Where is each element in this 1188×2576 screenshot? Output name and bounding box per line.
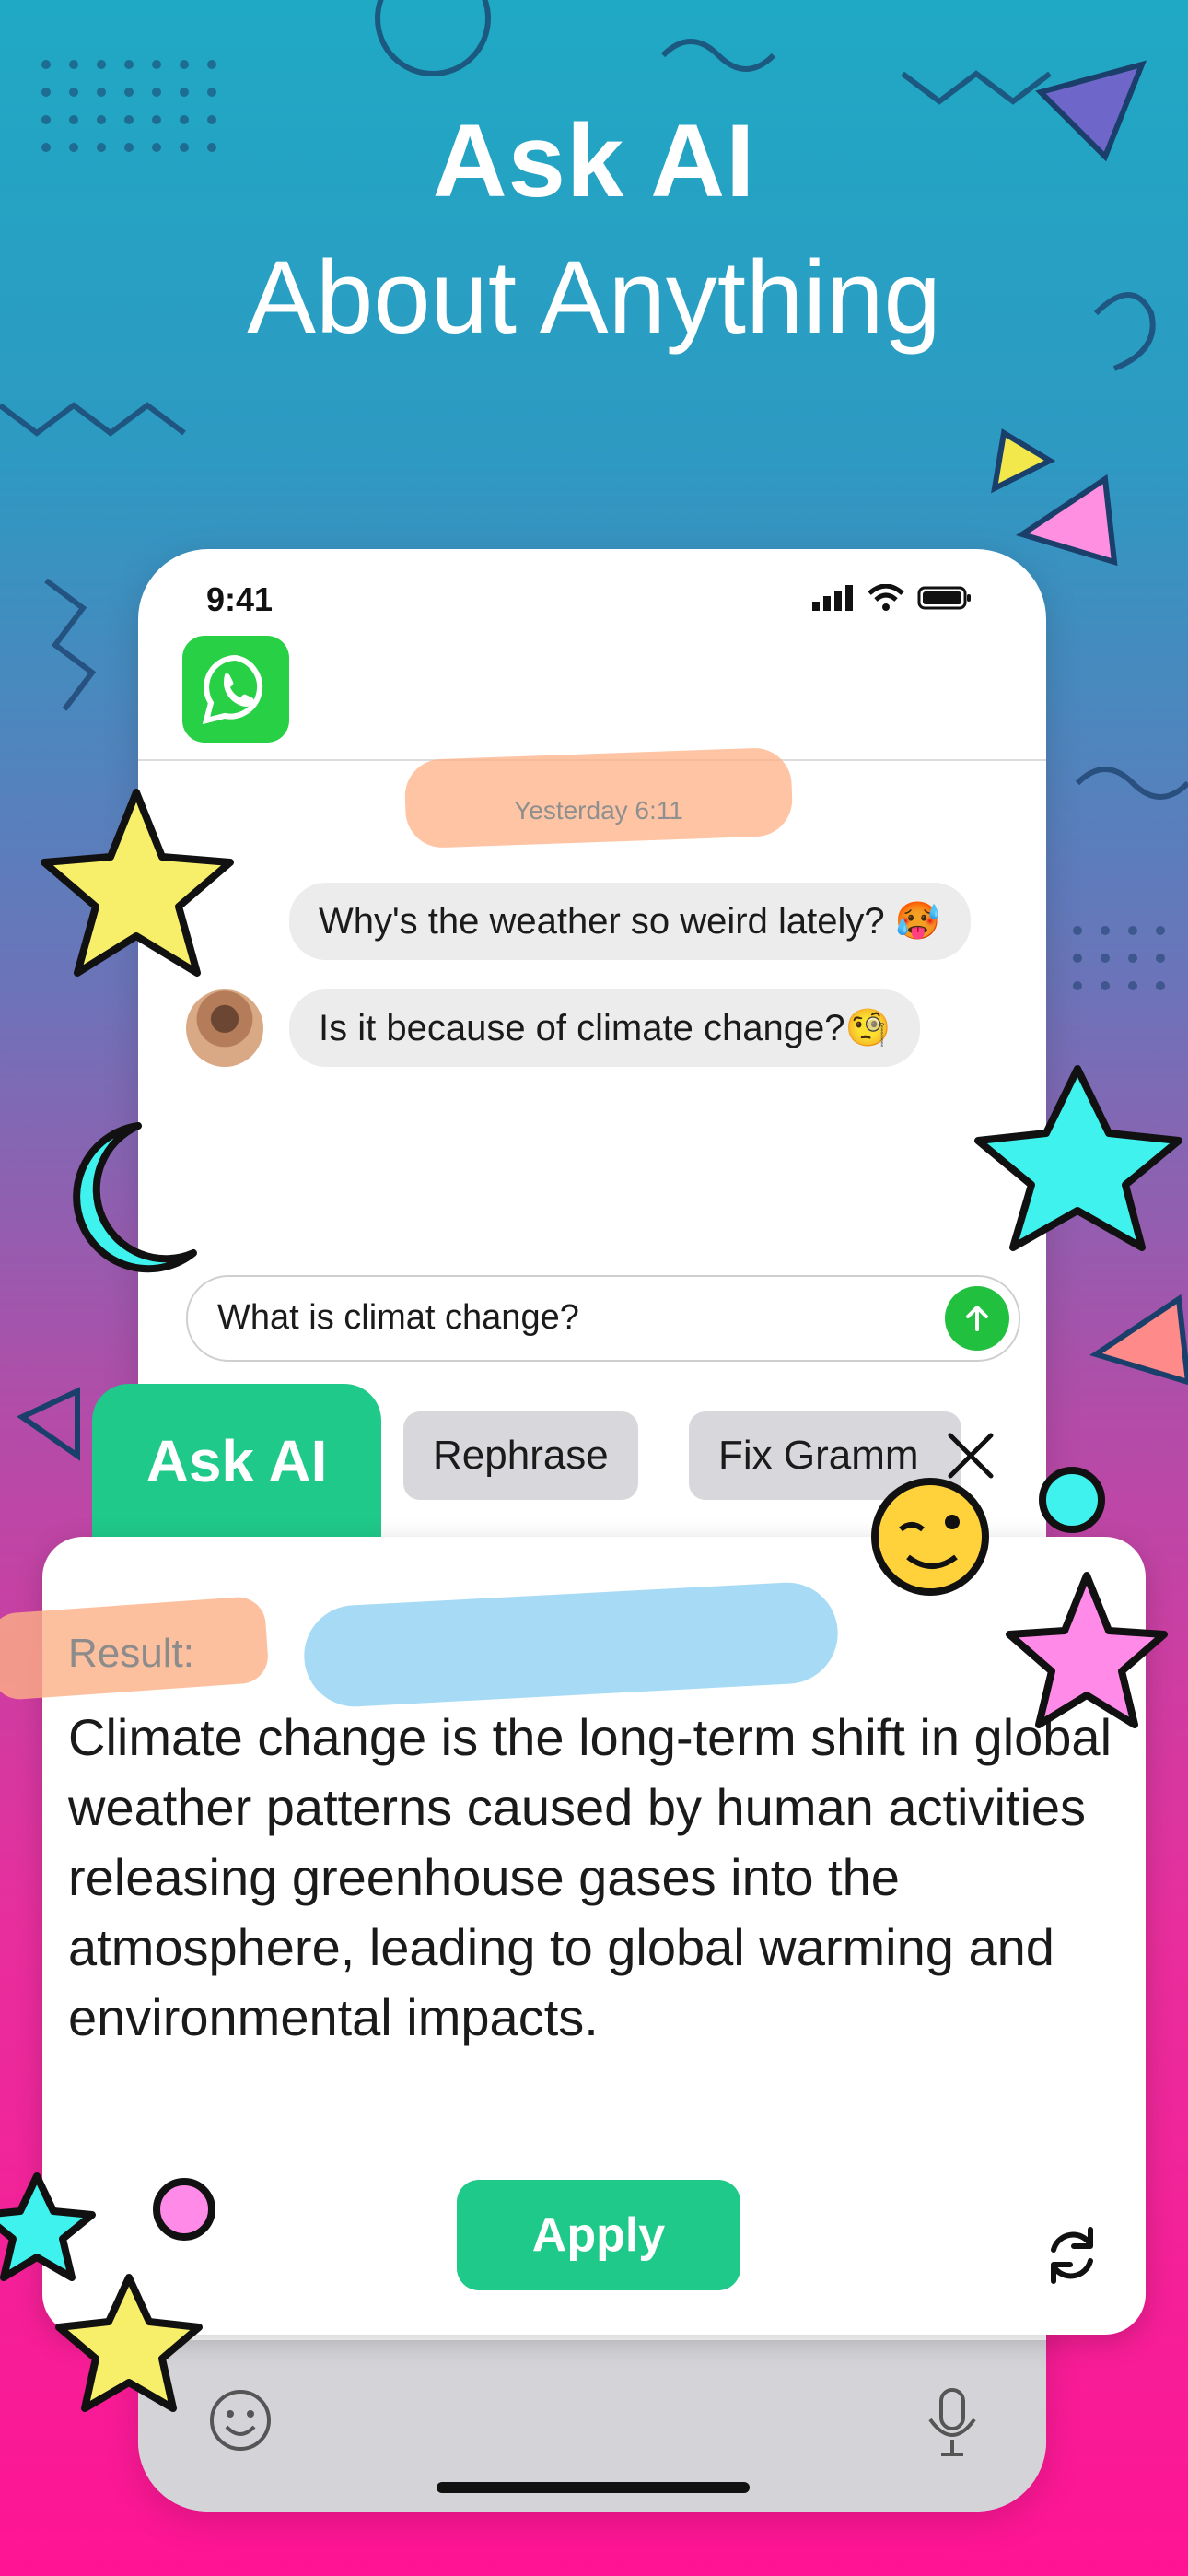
home-indicator <box>437 2482 750 2493</box>
tab-fix-grammar[interactable]: Fix Gramm <box>689 1411 961 1500</box>
wifi-icon <box>868 584 904 611</box>
signal-icon <box>812 585 853 611</box>
refresh-icon[interactable] <box>1035 2219 1109 2297</box>
status-icons <box>812 584 973 612</box>
battery-icon <box>917 586 971 610</box>
send-button[interactable] <box>945 1286 1009 1351</box>
status-time: 9:41 <box>206 580 274 618</box>
chat-timestamp: Yesterday 6:11 <box>514 796 683 825</box>
microphone-icon[interactable] <box>923 2386 982 2465</box>
result-text: Climate change is the long-term shift in… <box>68 1708 1112 2046</box>
apply-button[interactable]: Apply <box>457 2180 740 2290</box>
message-bubble: Is it because of climate change?🧐 <box>289 989 921 1067</box>
tab-rephrase[interactable]: Rephrase <box>403 1411 638 1500</box>
whatsapp-icon[interactable] <box>182 636 289 743</box>
result-label-overlay: Result: <box>68 1631 194 1676</box>
message-input[interactable]: What is climat change? <box>186 1275 1020 1362</box>
message-input-value: What is climat change? <box>217 1298 579 1337</box>
arrow-up-icon <box>966 1306 988 1331</box>
close-icon[interactable] <box>941 1426 1000 1490</box>
emoji-icon[interactable] <box>206 2386 274 2459</box>
avatar <box>186 989 263 1067</box>
message-bubble: Why's the weather so weird lately? 🥵 <box>289 883 971 960</box>
tab-ask-ai[interactable]: Ask AI <box>92 1384 381 1542</box>
